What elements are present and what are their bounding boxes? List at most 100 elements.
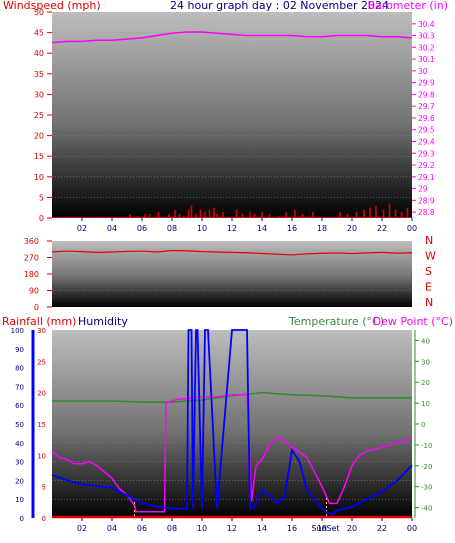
x-tick-label: 14	[257, 224, 267, 233]
temperature-tick-label: -40	[421, 505, 432, 513]
compass-label: N	[425, 234, 433, 247]
windspeed-axis: 0 5 10 15 20 25 30 35 40 45 50	[34, 8, 52, 223]
barometer-tick-label: 29.8	[418, 90, 435, 99]
humidity-tick-label: 40	[15, 440, 24, 448]
x-tick-label: 18	[317, 224, 327, 233]
barometer-tick-label: 29.6	[418, 114, 435, 123]
barometer-tick-label: 29.9	[418, 79, 435, 88]
temperature-tick-label: -30	[421, 484, 432, 492]
direction-degrees-axis: 0 90 180 270 360	[24, 237, 52, 312]
x-tick-label: 08	[167, 224, 177, 233]
humidity-tick-label: 100	[11, 327, 24, 335]
barometer-tick-label: 30.3	[418, 32, 435, 41]
barometer-tick-label: 30.4	[418, 20, 435, 29]
barometer-axis: 28.8 28.9 29 29.1 29.2 29.3 29.4 29.5 29.6 29.7 29…	[412, 20, 435, 217]
humidity-tick-label: 30	[15, 459, 24, 467]
x-tick-label: 16	[287, 524, 297, 533]
windspeed-tick-label: 5	[39, 193, 44, 202]
temperature-tick-label: 0	[421, 421, 425, 429]
set-label: Set	[326, 524, 339, 533]
x-tick-label: 16	[287, 224, 297, 233]
barometer-tick-label: 28.8	[418, 208, 435, 217]
windspeed-tick-label: 35	[34, 70, 44, 79]
rainfall-tick-label: 25	[37, 358, 46, 366]
windspeed-tick-label: 50	[34, 8, 44, 17]
windspeed-axis-label: Windspeed (mph)	[3, 0, 101, 12]
compass-label: S	[425, 265, 432, 278]
wind-barometer-x-axis: 02 04 06 08 10 12 14 16 18 20 22 00	[77, 218, 417, 233]
rainfall-tick-label: 0	[42, 515, 46, 523]
windspeed-tick-label: 10	[34, 173, 44, 182]
temperature-tick-label: -10	[421, 442, 432, 450]
barometer-axis-label: Barometer (in)	[368, 0, 449, 12]
humidity-tick-label: 80	[15, 365, 24, 373]
windspeed-tick-label: 30	[34, 90, 44, 99]
direction-tick-label: 180	[24, 270, 39, 279]
temperature-tick-label: 40	[421, 337, 430, 345]
compass-label: N	[425, 296, 433, 309]
temperature-axis-label: Temperature (°C)	[288, 315, 384, 328]
compass-axis: NWSEN	[425, 234, 436, 309]
humidity-tick-label: 60	[15, 402, 24, 410]
barometer-tick-label: 29.3	[418, 149, 435, 158]
x-tick-label: 06	[137, 524, 147, 533]
temperature-tick-label: 30	[421, 358, 430, 366]
barometer-tick-label: 29.5	[418, 126, 435, 135]
barometer-tick-label: 28.9	[418, 196, 435, 205]
x-tick-label: 04	[107, 224, 117, 233]
barometer-tick-label: 29.7	[418, 102, 435, 111]
windspeed-tick-label: 15	[34, 152, 44, 161]
rainfall-tick-label: 10	[37, 452, 46, 460]
temp-humidity-rain-panel: 0102030405060708090100 051015202530 -40-…	[11, 327, 433, 533]
direction-tick-label: 0	[34, 303, 39, 312]
windspeed-tick-label: 25	[34, 111, 44, 120]
temperature-tick-label: 10	[421, 400, 430, 408]
humidity-axis: 0 10 20 30 40 50 60 70 80 90 100	[11, 327, 35, 523]
x-tick-label: 22	[377, 524, 387, 533]
compass-label: E	[425, 281, 432, 294]
humidity-tick-label: 20	[15, 477, 24, 485]
weather-graph: Windspeed (mph) 24 hour graph day : 02 N…	[2, 0, 453, 533]
dew-point-axis-label: Dew Point (°C)	[373, 315, 453, 328]
humidity-tick-label: 0	[20, 515, 24, 523]
x-tick-label: 10	[197, 524, 207, 533]
rainfall-tick-label: 5	[42, 484, 46, 492]
temperature-axis: -40 -30 -20 -10 0 10 20 30 40	[414, 330, 432, 518]
barometer-tick-label: 29.4	[418, 137, 435, 146]
x-tick-label: 14	[257, 524, 267, 533]
humidity-axis-label: Humidity	[78, 315, 128, 328]
page-title: 24 hour graph day : 02 November 2024	[170, 0, 389, 12]
windspeed-tick-label: 45	[34, 29, 44, 38]
temp-humidity-x-axis: 02 04 06 08 10 12 14 16 18 20 22 00	[77, 518, 417, 533]
temperature-tick-label: -20	[421, 463, 432, 471]
x-tick-label: 06	[137, 224, 147, 233]
rainfall-tick-label: 20	[37, 390, 46, 398]
x-tick-label: 12	[227, 524, 237, 533]
x-tick-label: 02	[77, 224, 87, 233]
x-tick-label: 00	[407, 524, 417, 533]
humidity-tick-label: 50	[15, 421, 24, 429]
humidity-tick-label: 10	[15, 496, 24, 504]
barometer-tick-label: 29.1	[418, 173, 435, 182]
humidity-tick-label: 70	[15, 383, 24, 391]
windspeed-tick-label: 0	[39, 214, 44, 223]
barometer-tick-label: 30	[418, 67, 428, 76]
barometer-tick-label: 30.2	[418, 43, 435, 52]
barometer-tick-label: 29	[418, 185, 428, 194]
windspeed-tick-label: 20	[34, 132, 44, 141]
x-tick-label: 08	[167, 524, 177, 533]
x-tick-label: 02	[77, 524, 87, 533]
x-tick-label: 20	[347, 224, 357, 233]
direction-tick-label: 360	[24, 237, 39, 246]
barometer-tick-label: 30.1	[418, 55, 435, 64]
rainfall-tick-label: 30	[37, 327, 46, 335]
x-tick-label: 00	[407, 224, 417, 233]
x-tick-label: 12	[227, 224, 237, 233]
wind-direction-panel: 090180270360 NWSEN	[24, 234, 436, 312]
barometer-tick-label: 29.2	[418, 161, 435, 170]
x-tick-label: 10	[197, 224, 207, 233]
windspeed-tick-label: 40	[34, 49, 44, 58]
direction-tick-label: 270	[24, 254, 39, 263]
x-tick-label: 04	[107, 524, 117, 533]
compass-label: W	[425, 250, 436, 263]
